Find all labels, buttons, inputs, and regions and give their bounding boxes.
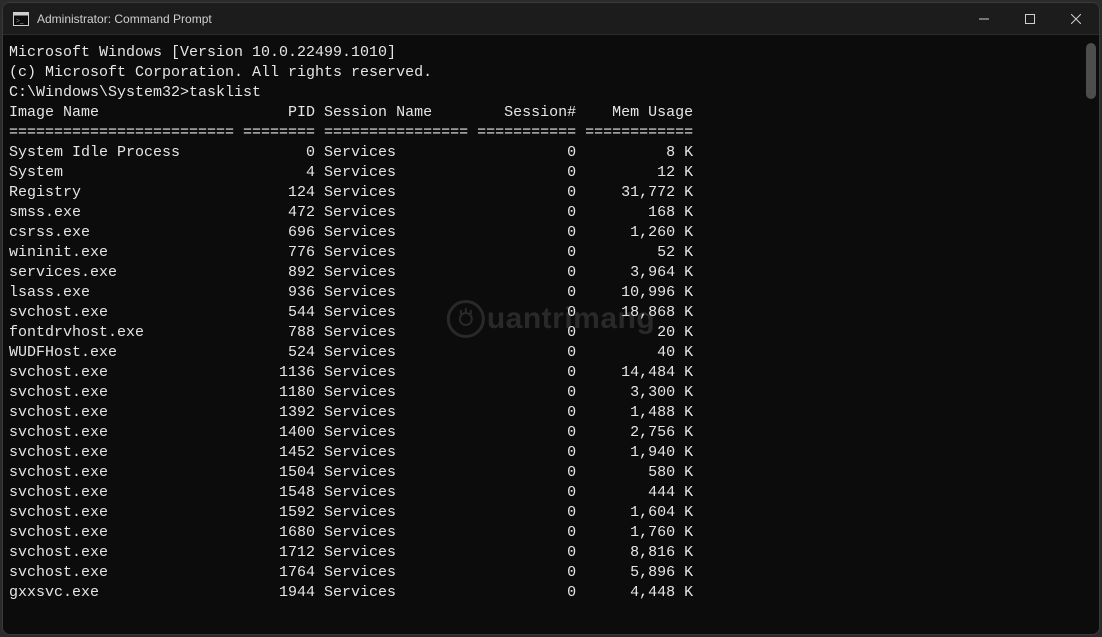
banner-line-version: Microsoft Windows [Version 10.0.22499.10… (9, 43, 1093, 63)
tasklist-row: svchost.exe 1452 Services 0 1,940 K (9, 443, 1093, 463)
tasklist-row: svchost.exe 1136 Services 0 14,484 K (9, 363, 1093, 383)
tasklist-row: svchost.exe 1548 Services 0 444 K (9, 483, 1093, 503)
tasklist-row: Registry 124 Services 0 31,772 K (9, 183, 1093, 203)
tasklist-row: fontdrvhost.exe 788 Services 0 20 K (9, 323, 1093, 343)
vertical-scrollbar-thumb[interactable] (1086, 43, 1096, 99)
tasklist-row: svchost.exe 1680 Services 0 1,760 K (9, 523, 1093, 543)
tasklist-row: WUDFHost.exe 524 Services 0 40 K (9, 343, 1093, 363)
tasklist-row: svchost.exe 1392 Services 0 1,488 K (9, 403, 1093, 423)
cmd-icon: >_ (13, 11, 29, 27)
tasklist-row: csrss.exe 696 Services 0 1,260 K (9, 223, 1093, 243)
tasklist-row: lsass.exe 936 Services 0 10,996 K (9, 283, 1093, 303)
tasklist-row: svchost.exe 544 Services 0 18,868 K (9, 303, 1093, 323)
tasklist-row: svchost.exe 1712 Services 0 8,816 K (9, 543, 1093, 563)
svg-text:>_: >_ (16, 17, 24, 25)
prompt-line: C:\Windows\System32>tasklist (9, 83, 1093, 103)
terminal-output[interactable]: Microsoft Windows [Version 10.0.22499.10… (3, 35, 1099, 634)
tasklist-row: svchost.exe 1180 Services 0 3,300 K (9, 383, 1093, 403)
tasklist-row: gxxsvc.exe 1944 Services 0 4,448 K (9, 583, 1093, 603)
tasklist-row: System 4 Services 0 12 K (9, 163, 1093, 183)
banner-line-copyright: (c) Microsoft Corporation. All rights re… (9, 63, 1093, 83)
tasklist-row: svchost.exe 1764 Services 0 5,896 K (9, 563, 1093, 583)
close-button[interactable] (1053, 3, 1099, 35)
minimize-button[interactable] (961, 3, 1007, 35)
tasklist-row: services.exe 892 Services 0 3,964 K (9, 263, 1093, 283)
maximize-button[interactable] (1007, 3, 1053, 35)
tasklist-header: Image Name PID Session Name Session# Mem… (9, 103, 1093, 123)
tasklist-row: svchost.exe 1400 Services 0 2,756 K (9, 423, 1093, 443)
tasklist-row: System Idle Process 0 Services 0 8 K (9, 143, 1093, 163)
tasklist-row: wininit.exe 776 Services 0 52 K (9, 243, 1093, 263)
tasklist-row: svchost.exe 1504 Services 0 580 K (9, 463, 1093, 483)
tasklist-separator: ========================= ======== =====… (9, 123, 1093, 143)
window-title: Administrator: Command Prompt (37, 12, 212, 26)
cmd-window: >_ Administrator: Command Prompt Microso… (2, 2, 1100, 635)
tasklist-row: smss.exe 472 Services 0 168 K (9, 203, 1093, 223)
tasklist-row: svchost.exe 1592 Services 0 1,604 K (9, 503, 1093, 523)
titlebar[interactable]: >_ Administrator: Command Prompt (3, 3, 1099, 35)
